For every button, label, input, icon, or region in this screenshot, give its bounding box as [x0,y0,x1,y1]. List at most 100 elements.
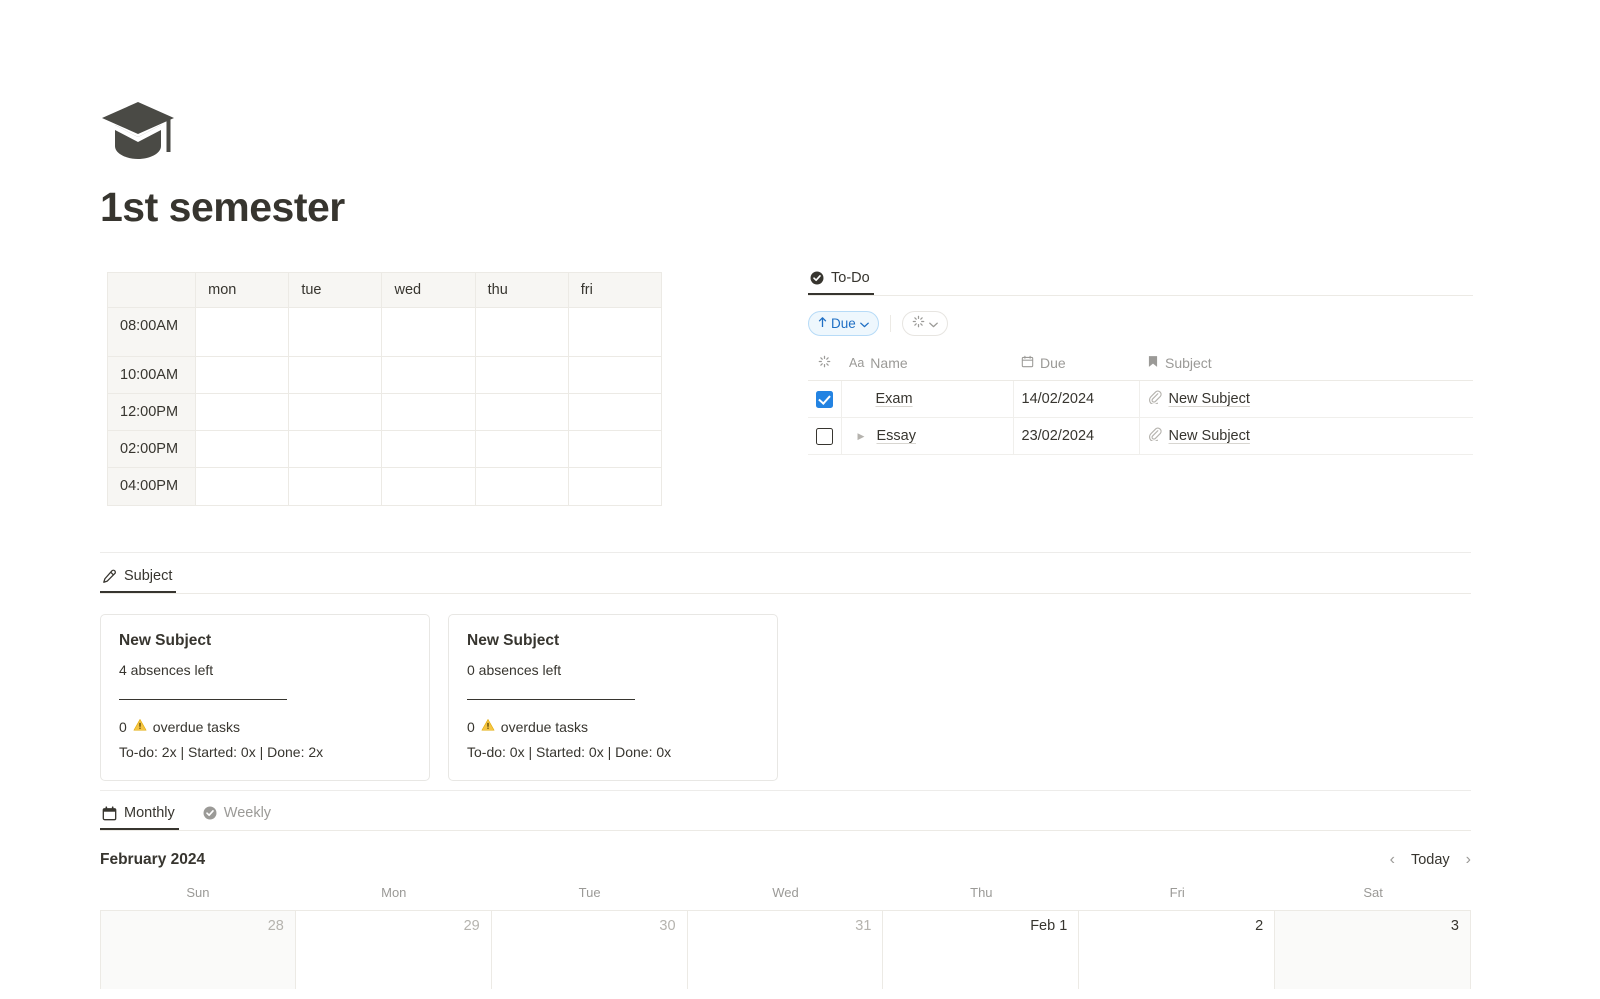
schedule-slot[interactable] [289,308,382,357]
schedule-slot[interactable] [475,308,568,357]
today-button[interactable]: Today [1411,852,1450,868]
calendar-icon [1021,355,1034,371]
schedule-time-label: 10:00AM [108,357,196,394]
todo-row-name-cell[interactable]: Exam [841,381,1013,418]
day-name-mon: Mon [296,885,492,910]
schedule-slot[interactable] [475,468,568,505]
todo-col-status[interactable] [808,348,841,381]
schedule-slot[interactable] [475,357,568,394]
todo-row-checkbox-cell[interactable] [808,381,841,418]
schedule-slot[interactable] [196,308,289,357]
todo-row-checkbox-cell[interactable] [808,418,841,455]
loading-spinner-icon [912,315,925,331]
task-name-link[interactable]: Essay [877,428,917,444]
tab-subject[interactable]: Subject [100,568,176,593]
paperclip-icon [1148,427,1162,445]
next-month-button[interactable]: › [1466,852,1471,868]
schedule-slot[interactable] [568,431,661,468]
subject-card[interactable]: New Subject 0 absences left 0 overdue ta… [448,614,778,781]
schedule-slot[interactable] [289,394,382,431]
todo-row-name-cell[interactable]: ▶ Essay [841,418,1013,455]
todo-col-subject-label: Subject [1165,355,1212,371]
subject-card-divider [467,699,635,700]
warning-icon [133,718,147,735]
schedule-row: 04:00PM [108,468,662,505]
todo-col-name[interactable]: Aa Name [841,348,1013,381]
arrow-up-icon [818,316,827,331]
todo-row-subject-cell[interactable]: New Subject [1139,381,1473,418]
day-name-tue: Tue [492,885,688,910]
schedule-slot[interactable] [475,394,568,431]
schedule-slot[interactable] [289,468,382,505]
calendar-day-cell[interactable]: 28 [100,911,296,989]
filter-status-pill[interactable] [902,311,948,336]
expand-triangle-icon[interactable]: ▶ [858,432,868,441]
schedule-slot[interactable] [196,394,289,431]
task-name-link[interactable]: Exam [876,391,913,407]
todo-panel: To-Do Due [808,270,1473,455]
schedule-slot[interactable] [568,308,661,357]
schedule-time-label: 08:00AM [108,308,196,357]
calendar-section: Monthly Weekly February 2024 ‹ Today › [100,805,1471,989]
schedule-slot[interactable] [382,431,475,468]
overdue-count: 0 [119,719,127,735]
subject-card[interactable]: New Subject 4 absences left 0 overdue ta… [100,614,430,781]
todo-col-subject[interactable]: Subject [1139,348,1473,381]
schedule-slot[interactable] [196,357,289,394]
schedule-slot[interactable] [382,357,475,394]
todo-row-subject-cell[interactable]: New Subject [1139,418,1473,455]
subject-card-absences: 4 absences left [119,662,411,678]
calendar-nav: ‹ Today › [1390,852,1471,868]
schedule-slot[interactable] [289,431,382,468]
prev-month-button[interactable]: ‹ [1390,852,1395,868]
tab-weekly[interactable]: Weekly [201,805,275,830]
schedule-slot[interactable] [196,468,289,505]
schedule-slot[interactable] [382,468,475,505]
schedule-header-row: mon tue wed thu fri [108,273,662,308]
weekly-schedule-table: mon tue wed thu fri 08:00AM 10:00AM [107,272,662,506]
calendar-tabbar: Monthly Weekly [100,805,1471,831]
schedule-row: 02:00PM [108,431,662,468]
calendar-day-cell[interactable]: 3 [1275,911,1471,989]
schedule-slot[interactable] [196,431,289,468]
task-checkbox-checked[interactable] [816,391,833,408]
tab-monthly[interactable]: Monthly [100,805,179,830]
schedule-col-thu: thu [475,273,568,308]
tab-todo[interactable]: To-Do [808,270,874,295]
schedule-slot[interactable] [289,357,382,394]
todo-col-due-label: Due [1040,355,1066,371]
schedule-slot[interactable] [568,357,661,394]
graduation-cap-icon [100,100,345,162]
calendar-day-cell[interactable]: 2 [1079,911,1275,989]
subject-card-stats: To-do: 2x | Started: 0x | Done: 2x [119,744,411,760]
calendar-month-title: February 2024 [100,851,205,869]
sort-due-pill[interactable]: Due [808,311,879,336]
todo-row-due-cell[interactable]: 14/02/2024 [1013,381,1139,418]
subject-card-overdue: 0 overdue tasks [467,718,759,735]
todo-tabbar: To-Do [808,270,1473,296]
schedule-slot[interactable] [568,394,661,431]
table-row: Exam 14/02/2024 New Subject [808,381,1473,418]
schedule-corner-cell [108,273,196,308]
calendar-day-cell[interactable]: 29 [296,911,492,989]
paperclip-icon [1148,390,1162,408]
calendar-day-cell[interactable]: Feb 1 [883,911,1079,989]
calendar-day-names: Sun Mon Tue Wed Thu Fri Sat [100,885,1471,910]
chevron-down-icon [860,316,869,331]
schedule-slot[interactable] [382,394,475,431]
calendar-day-cell[interactable]: 30 [492,911,688,989]
schedule-slot[interactable] [475,431,568,468]
schedule-slot[interactable] [568,468,661,505]
subject-relation-label[interactable]: New Subject [1169,428,1250,444]
calendar-day-cell[interactable]: 31 [688,911,884,989]
subject-relation-label[interactable]: New Subject [1169,391,1250,407]
schedule-slot[interactable] [382,308,475,357]
calendar-icon [102,806,117,821]
todo-col-due[interactable]: Due [1013,348,1139,381]
todo-row-due-cell[interactable]: 23/02/2024 [1013,418,1139,455]
warning-icon [481,718,495,735]
calendar-header: February 2024 ‹ Today › [100,851,1471,869]
check-circle-icon [203,806,217,820]
task-checkbox-unchecked[interactable] [816,428,833,445]
section-divider [100,552,1471,553]
